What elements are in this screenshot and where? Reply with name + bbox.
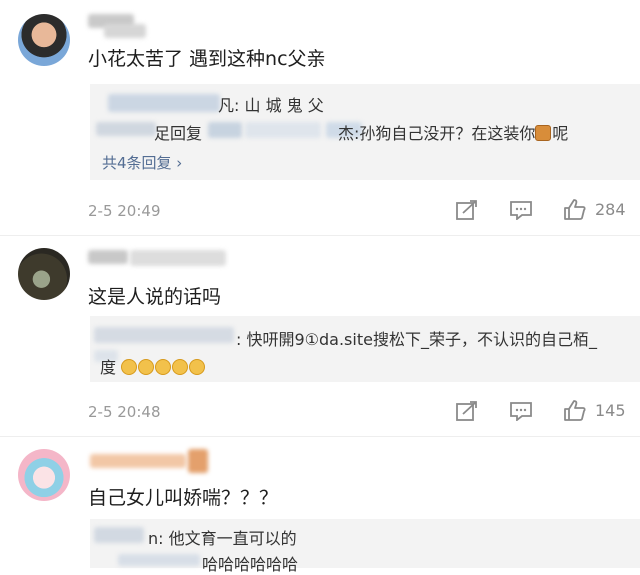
comment-1: 小花太苦了 遇到这种nc父亲 凡: 山 城 鬼 父 足回复 杰:孙狗自己没开？在… bbox=[0, 0, 640, 230]
reply-text: 杰:孙狗自己没开？在这装你呢 bbox=[338, 124, 569, 143]
thumbs-up-icon bbox=[564, 400, 586, 421]
timestamp: 2-5 20:49 bbox=[88, 202, 161, 220]
comment-icon bbox=[510, 402, 532, 421]
username-blurred bbox=[130, 250, 226, 266]
reply-text: 凡: 山 城 鬼 父 bbox=[218, 96, 324, 115]
like-count: 284 bbox=[595, 199, 626, 219]
like-button[interactable]: 284 bbox=[563, 198, 626, 220]
username-blurred bbox=[104, 24, 146, 38]
reply-text: 足回复 bbox=[154, 124, 203, 143]
avatar[interactable] bbox=[18, 248, 70, 300]
reply-box[interactable]: : 快咞開9①da.site搜松下_荣子，不认识的自己栢_ 度 bbox=[90, 316, 640, 382]
sweat-smile-emoji-icon bbox=[155, 359, 172, 375]
like-button[interactable]: 145 bbox=[563, 399, 626, 421]
comment-text: 自己女儿叫娇喘？？？ bbox=[88, 487, 279, 509]
timestamp: 2-5 20:48 bbox=[88, 403, 161, 421]
comment-3: 自己女儿叫娇喘？？？ n: 他文育一直可以的 哈哈哈哈哈哈 bbox=[0, 437, 640, 574]
horse-emoji-icon bbox=[535, 125, 552, 141]
reply-box[interactable]: n: 他文育一直可以的 哈哈哈哈哈哈 bbox=[90, 519, 640, 574]
reply-text: 哈哈哈哈哈哈 bbox=[202, 555, 299, 574]
share-icon bbox=[456, 200, 477, 220]
reply-text: n: 他文育一直可以的 bbox=[148, 529, 297, 548]
reply-username-blurred bbox=[94, 527, 144, 543]
reply-username-blurred bbox=[118, 554, 200, 566]
reply-username-blurred bbox=[108, 94, 220, 112]
reply-text: : 快咞開9①da.site搜松下_荣子，不认识的自己栢_ bbox=[236, 330, 597, 349]
username-blurred[interactable] bbox=[88, 250, 128, 264]
reply-username-blurred bbox=[245, 122, 321, 138]
username-blurred bbox=[188, 449, 208, 473]
reply-username-blurred bbox=[208, 122, 242, 138]
username-blurred[interactable] bbox=[90, 454, 186, 468]
comment-button[interactable] bbox=[510, 200, 532, 220]
like-count: 145 bbox=[595, 400, 626, 420]
share-button[interactable] bbox=[456, 401, 478, 421]
share-button[interactable] bbox=[456, 200, 478, 220]
sweat-smile-emoji-icon bbox=[138, 359, 155, 375]
reply-username-blurred bbox=[94, 327, 234, 343]
avatar[interactable] bbox=[18, 14, 70, 66]
avatar[interactable] bbox=[18, 449, 70, 501]
reply-text: 度 bbox=[100, 354, 206, 378]
comment-text: 这是人说的话吗 bbox=[88, 286, 222, 308]
reply-box[interactable]: 凡: 山 城 鬼 父 足回复 杰:孙狗自己没开？在这装你呢 共4条回复 › bbox=[90, 84, 640, 180]
comment-icon bbox=[510, 201, 532, 220]
sweat-smile-emoji-icon bbox=[189, 359, 206, 375]
sweat-smile-emoji-icon bbox=[121, 359, 138, 375]
comment-2: 这是人说的话吗 : 快咞開9①da.site搜松下_荣子，不认识的自己栢_ 度 … bbox=[0, 236, 640, 432]
reply-username-blurred bbox=[96, 122, 156, 136]
comment-button[interactable] bbox=[510, 401, 532, 421]
thumbs-up-icon bbox=[564, 199, 586, 220]
sweat-smile-emoji-icon bbox=[172, 359, 189, 375]
share-icon bbox=[456, 401, 477, 421]
comment-text: 小花太苦了 遇到这种nc父亲 bbox=[88, 48, 326, 70]
more-replies-link[interactable]: 共4条回复 › bbox=[102, 152, 182, 173]
